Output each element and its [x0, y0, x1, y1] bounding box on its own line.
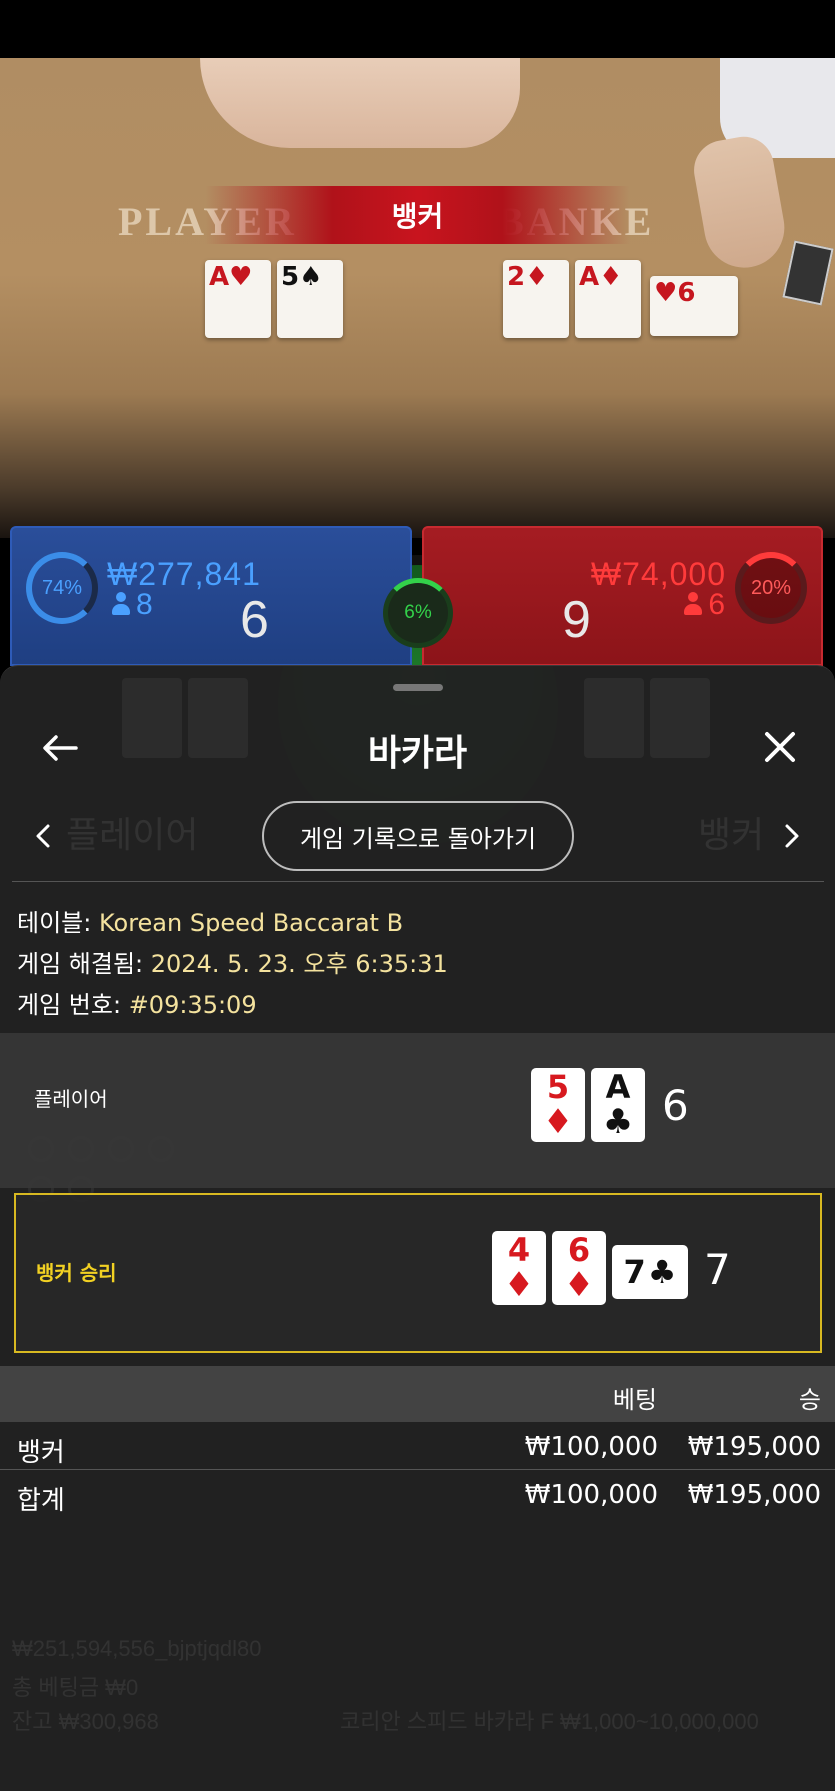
- bet-row-bet: ₩100,000: [524, 1432, 658, 1462]
- card-rank: A: [579, 262, 600, 292]
- sheet-header: 바카라: [0, 706, 835, 786]
- bet-row-bet: ₩100,000: [524, 1480, 658, 1510]
- info-resolved: 게임 해결됨: 2024. 5. 23. 오후 6:35:31: [17, 944, 448, 979]
- player-percent-ring: 74%: [26, 552, 98, 624]
- card-suit: ♦: [503, 1265, 535, 1305]
- video-player-card-2: 5♠: [277, 260, 343, 338]
- card-suit: ♦: [599, 262, 623, 292]
- info-table-value: Korean Speed Baccarat B: [98, 909, 404, 937]
- banker-hand-card-2: 6 ♦: [552, 1231, 606, 1305]
- info-resolved-label: 게임 해결됨:: [17, 950, 144, 978]
- status-bar: [0, 0, 835, 58]
- banker-hand-card-3: 7 ♣: [612, 1245, 688, 1299]
- dealer-hand-left: [200, 58, 520, 148]
- bets-table: 베팅 승 뱅커 ₩100,000 ₩195,000 합계 ₩100,000 ₩1…: [0, 1366, 835, 1518]
- live-video: PLAYER BANKE 뱅커 A♥ 5♠ 2♦ A♦ ♥6: [0, 58, 835, 538]
- card-suit: ♠: [299, 262, 323, 292]
- video-banker-card-2: A♦: [575, 260, 641, 338]
- card-rank: A: [605, 1068, 631, 1106]
- close-button[interactable]: [753, 720, 807, 774]
- player-count: 8: [112, 588, 153, 622]
- card-rank: A: [209, 262, 230, 292]
- player-count-value: 8: [136, 588, 153, 621]
- card-suit: ♣: [602, 1102, 634, 1142]
- card-rank: 4: [507, 1231, 531, 1269]
- chevron-right-icon: [785, 824, 799, 848]
- close-icon: [765, 732, 795, 762]
- bet-row-win: ₩195,000: [687, 1480, 821, 1510]
- card-suit: ♣: [647, 1253, 677, 1291]
- card-rank: 5: [546, 1068, 570, 1106]
- banker-percent-ring: 20%: [735, 552, 807, 624]
- chevron-left-icon: [36, 824, 50, 848]
- bets-header-win: 승: [798, 1386, 821, 1414]
- player-hand-card-1: 5 ♦: [531, 1068, 585, 1142]
- video-banker-card-1: 2♦: [503, 260, 569, 338]
- card-shoe: [782, 240, 834, 306]
- card-rank: 2: [507, 262, 526, 292]
- player-hand-card-2: A ♣: [591, 1068, 645, 1142]
- info-resolved-value: 2024. 5. 23. 오후 6:35:31: [150, 950, 448, 978]
- card-rank: 5: [281, 262, 300, 292]
- info-table-label: 테이블:: [17, 909, 92, 937]
- card-rank: 6: [567, 1231, 591, 1269]
- player-score: 6: [240, 591, 269, 649]
- bets-table-header: 베팅 승: [0, 1366, 835, 1422]
- card-suit: ♥: [654, 278, 678, 308]
- ghost-footer-line2: 총 베팅금 ₩0: [12, 1675, 139, 1700]
- ghost-footer-table: 코리안 스피드 바카라 F ₩1,000~10,000,000: [340, 1709, 759, 1734]
- card-suit: ♦: [542, 1102, 574, 1142]
- video-banker-card-3: ♥6: [650, 276, 738, 336]
- bet-row-label: 합계: [17, 1486, 65, 1516]
- banker-hand-card-1: 4 ♦: [492, 1231, 546, 1305]
- sheet-title: 바카라: [367, 732, 468, 773]
- table-row: 합계 ₩100,000 ₩195,000: [0, 1470, 835, 1518]
- banker-hand-row: 뱅커 승리 4 ♦ 6 ♦ 7 ♣ 7: [14, 1193, 822, 1353]
- banker-score-bar: 20% ₩74,000 6 9: [422, 526, 823, 666]
- player-hand-label: 플레이어: [34, 1087, 108, 1111]
- card-rank: 7: [623, 1253, 646, 1291]
- drag-handle[interactable]: [393, 684, 443, 691]
- next-game-button[interactable]: [775, 819, 809, 853]
- back-to-history-button[interactable]: 게임 기록으로 돌아가기: [262, 801, 574, 871]
- tie-percent-ring: 6%: [383, 578, 453, 648]
- card-suit: ♥: [229, 262, 253, 292]
- ghost-footer-line3: 잔고 ₩300,968: [12, 1709, 159, 1734]
- player-hand-total: 6: [662, 1081, 689, 1130]
- info-game-number-label: 게임 번호:: [17, 991, 122, 1019]
- game-history-sheet: 플레이어 뱅커 ₩251,594,556_bjptjqdl80 총 베팅금 ₩0…: [0, 665, 835, 1791]
- info-game-number: 게임 번호: #09:35:09: [17, 985, 257, 1020]
- card-rank: 6: [677, 278, 696, 308]
- winner-banner: 뱅커: [205, 186, 630, 244]
- banker-count: 6: [684, 588, 725, 622]
- card-suit: ♦: [525, 262, 549, 292]
- card-suit: ♦: [563, 1265, 595, 1305]
- previous-game-button[interactable]: [26, 819, 60, 853]
- video-player-card-1: A♥: [205, 260, 271, 338]
- player-score-bar: 74% ₩277,841 8 6: [10, 526, 412, 666]
- person-icon: [684, 592, 703, 616]
- ghost-footer-line1: ₩251,594,556_bjptjqdl80: [12, 1636, 262, 1661]
- banker-count-value: 6: [708, 588, 725, 621]
- bet-row-label: 뱅커: [17, 1438, 65, 1468]
- history-nav: 게임 기록으로 돌아가기: [0, 801, 835, 871]
- banker-score: 9: [562, 591, 591, 649]
- table-row: 뱅커 ₩100,000 ₩195,000: [0, 1422, 835, 1470]
- person-icon: [112, 592, 130, 616]
- banker-hand-total: 7: [704, 1245, 731, 1294]
- player-hand-row: 플레이어 5 ♦ A ♣ 6: [0, 1033, 835, 1188]
- banker-hand-label: 뱅커 승리: [36, 1261, 117, 1285]
- bets-header-bet: 베팅: [612, 1386, 657, 1414]
- divider: [12, 881, 824, 882]
- bet-row-win: ₩195,000: [687, 1432, 821, 1462]
- info-table: 테이블: Korean Speed Baccarat B: [17, 903, 403, 938]
- info-game-number-value: #09:35:09: [128, 991, 257, 1019]
